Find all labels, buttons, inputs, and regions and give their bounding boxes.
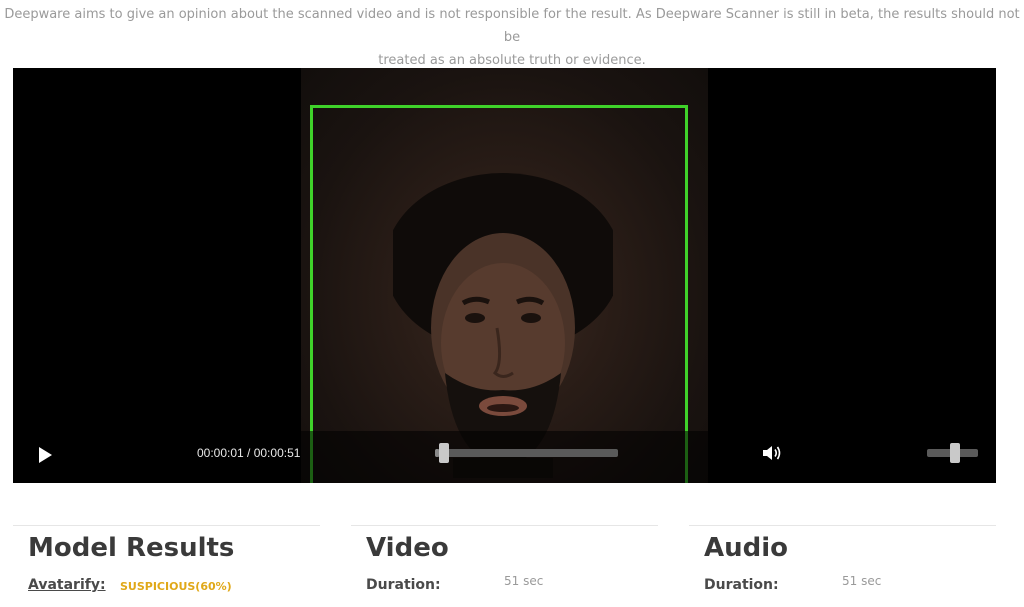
face-detection-box [310, 105, 688, 483]
video-duration-label: Duration: [366, 577, 441, 593]
video-panel: Video Duration: 51 sec [351, 525, 658, 607]
audio-title: Audio [704, 533, 789, 563]
play-icon [39, 447, 52, 463]
player-controls: 00:00:01 / 00:00:51 [13, 431, 996, 483]
volume-handle[interactable] [950, 443, 961, 463]
time-display: 00:00:01 / 00:00:51 [197, 446, 301, 460]
model-results-title: Model Results [28, 533, 235, 563]
status-badge: SUSPICIOUS(60%) [120, 580, 232, 593]
disclaimer-text: Deepware aims to give an opinion about t… [0, 3, 1024, 72]
seek-handle[interactable] [438, 443, 449, 463]
audio-panel: Audio Duration: 51 sec [689, 525, 996, 607]
mute-button[interactable] [761, 443, 783, 463]
video-duration-value: 51 sec [504, 574, 544, 588]
volume-icon [763, 446, 781, 460]
audio-duration-value: 51 sec [842, 574, 882, 588]
play-button[interactable] [35, 445, 55, 465]
video-player[interactable]: 00:00:01 / 00:00:51 [13, 68, 996, 483]
avatarify-link[interactable]: Avatarify: [28, 577, 106, 593]
audio-duration-label: Duration: [704, 577, 779, 593]
video-title: Video [366, 533, 449, 563]
model-results-panel: Model Results Avatarify: SUSPICIOUS(60%) [13, 525, 320, 607]
volume-slider[interactable] [927, 443, 978, 463]
disclaimer-line-1: Deepware aims to give an opinion about t… [4, 7, 1020, 45]
seek-bar[interactable] [435, 443, 618, 463]
